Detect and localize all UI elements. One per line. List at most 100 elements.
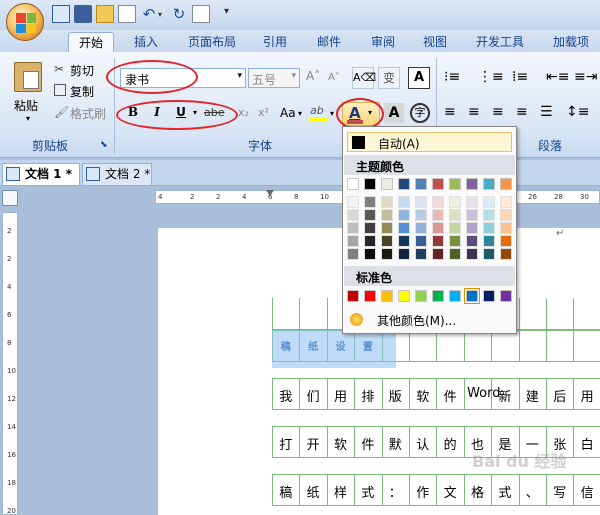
char-border-icon[interactable]: A xyxy=(408,67,430,89)
paste-dropdown-icon[interactable]: ▾ xyxy=(26,114,30,123)
copy-button[interactable]: 复制 xyxy=(70,83,94,100)
standard-color-swatch[interactable] xyxy=(483,290,495,302)
customize-icon[interactable]: ▾ xyxy=(224,6,229,17)
subscript-icon[interactable]: x₂ xyxy=(238,106,249,119)
theme-color-swatch[interactable] xyxy=(500,178,512,190)
standard-color-swatch[interactable] xyxy=(449,290,461,302)
undo-icon[interactable]: ↶ xyxy=(140,5,158,23)
new-icon[interactable] xyxy=(118,5,136,23)
char-shading-icon[interactable]: A xyxy=(384,103,404,123)
theme-color-swatch[interactable] xyxy=(347,178,359,190)
theme-shade-swatch[interactable] xyxy=(500,209,512,221)
theme-shade-swatch[interactable] xyxy=(449,209,461,221)
theme-shade-swatch[interactable] xyxy=(364,222,376,234)
theme-shade-swatch[interactable] xyxy=(364,209,376,221)
tab-addins[interactable]: 加载项 xyxy=(542,32,600,52)
theme-shade-swatch[interactable] xyxy=(364,196,376,208)
paste-icon[interactable] xyxy=(14,62,42,92)
align-center-icon[interactable]: ≡ xyxy=(468,104,488,124)
theme-shade-swatch[interactable] xyxy=(449,235,461,247)
standard-color-swatch[interactable] xyxy=(398,290,410,302)
open-icon[interactable] xyxy=(96,5,114,23)
cut-button[interactable]: 剪切 xyxy=(70,62,94,79)
theme-color-swatch[interactable] xyxy=(398,178,410,190)
font-name-dropdown-icon[interactable]: ▾ xyxy=(237,71,242,81)
paste-button[interactable]: 粘贴 xyxy=(14,97,38,114)
align-right-icon[interactable]: ≡ xyxy=(492,104,512,124)
theme-shade-swatch[interactable] xyxy=(483,248,495,260)
theme-shade-swatch[interactable] xyxy=(415,235,427,247)
theme-shade-swatch[interactable] xyxy=(466,248,478,260)
standard-color-swatch[interactable] xyxy=(464,288,480,304)
theme-shade-swatch[interactable] xyxy=(500,235,512,247)
theme-shade-swatch[interactable] xyxy=(466,235,478,247)
theme-color-swatch[interactable] xyxy=(449,178,461,190)
phonetic-guide-icon[interactable]: 变 xyxy=(378,67,400,89)
theme-shade-swatch[interactable] xyxy=(415,196,427,208)
theme-shade-swatch[interactable] xyxy=(415,222,427,234)
theme-shade-swatch[interactable] xyxy=(432,248,444,260)
highlight-dropdown-icon[interactable]: ▾ xyxy=(330,109,334,118)
theme-color-swatch[interactable] xyxy=(415,178,427,190)
theme-shade-swatch[interactable] xyxy=(398,222,410,234)
shrink-font-icon[interactable]: A˅ xyxy=(328,72,346,90)
tab-insert[interactable]: 插入 xyxy=(124,32,168,52)
theme-shade-swatch[interactable] xyxy=(347,209,359,221)
standard-color-swatch[interactable] xyxy=(415,290,427,302)
theme-shade-swatch[interactable] xyxy=(364,235,376,247)
doc-tab-2[interactable]: 文档 2 * xyxy=(82,163,152,185)
theme-shade-swatch[interactable] xyxy=(381,235,393,247)
multilevel-list-icon[interactable]: ⁞≡ xyxy=(512,68,542,88)
theme-shade-swatch[interactable] xyxy=(381,196,393,208)
theme-shade-swatch[interactable] xyxy=(483,222,495,234)
undo-dropdown-icon[interactable]: ▾ xyxy=(158,10,162,19)
theme-shade-swatch[interactable] xyxy=(398,209,410,221)
theme-shade-swatch[interactable] xyxy=(449,196,461,208)
theme-shade-swatch[interactable] xyxy=(500,248,512,260)
line-spacing-icon[interactable]: ↕≡ xyxy=(566,104,596,124)
theme-shade-swatch[interactable] xyxy=(432,222,444,234)
font-size-dropdown-icon[interactable]: ▾ xyxy=(291,71,296,81)
tab-mailings[interactable]: 邮件 xyxy=(308,32,350,52)
increase-indent-icon[interactable]: ≡⇥ xyxy=(574,68,598,88)
change-case-dropdown-icon[interactable]: ▾ xyxy=(298,109,302,118)
theme-shade-swatch[interactable] xyxy=(381,222,393,234)
theme-shade-swatch[interactable] xyxy=(347,196,359,208)
doc-tab-1[interactable]: 文档 1 * xyxy=(2,163,80,185)
print-preview-icon[interactable] xyxy=(192,5,210,23)
font-size-box[interactable]: 五号 ▾ xyxy=(248,68,300,88)
office-button[interactable] xyxy=(6,3,44,41)
theme-color-swatch[interactable] xyxy=(432,178,444,190)
theme-color-swatch[interactable] xyxy=(381,178,393,190)
theme-color-swatch[interactable] xyxy=(466,178,478,190)
tab-developer[interactable]: 开发工具 xyxy=(468,32,532,52)
clipboard-launcher-icon[interactable]: ⬊ xyxy=(100,140,108,150)
change-case-button[interactable]: Aa xyxy=(280,106,296,120)
clear-formatting-icon[interactable]: A⌫ xyxy=(352,67,376,89)
grow-font-icon[interactable]: A˄ xyxy=(306,69,324,87)
theme-shade-swatch[interactable] xyxy=(364,248,376,260)
theme-shade-swatch[interactable] xyxy=(415,209,427,221)
theme-shade-swatch[interactable] xyxy=(398,196,410,208)
theme-shade-swatch[interactable] xyxy=(483,209,495,221)
theme-shade-swatch[interactable] xyxy=(483,235,495,247)
theme-shade-swatch[interactable] xyxy=(449,222,461,234)
distribute-icon[interactable]: ☰ xyxy=(540,104,560,124)
tab-view[interactable]: 视图 xyxy=(414,32,456,52)
numbering-icon[interactable]: ⋮≡ xyxy=(478,68,508,88)
align-left-icon[interactable]: ≡ xyxy=(444,104,464,124)
standard-color-swatch[interactable] xyxy=(500,290,512,302)
vertical-ruler[interactable]: 2 2 4 6 8 10 12 14 16 18 20 xyxy=(2,212,18,515)
justify-icon[interactable]: ≡ xyxy=(516,104,536,124)
theme-shade-swatch[interactable] xyxy=(466,209,478,221)
superscript-icon[interactable]: x² xyxy=(258,106,269,119)
theme-color-swatch[interactable] xyxy=(364,178,376,190)
tab-home[interactable]: 开始 xyxy=(68,32,114,52)
theme-shade-swatch[interactable] xyxy=(483,196,495,208)
decrease-indent-icon[interactable]: ⇤≡ xyxy=(546,68,570,88)
enclose-char-icon[interactable]: 字 xyxy=(410,103,430,123)
theme-shade-swatch[interactable] xyxy=(500,222,512,234)
tab-page-layout[interactable]: 页面布局 xyxy=(180,32,244,52)
standard-color-swatch[interactable] xyxy=(381,290,393,302)
theme-shade-swatch[interactable] xyxy=(449,248,461,260)
